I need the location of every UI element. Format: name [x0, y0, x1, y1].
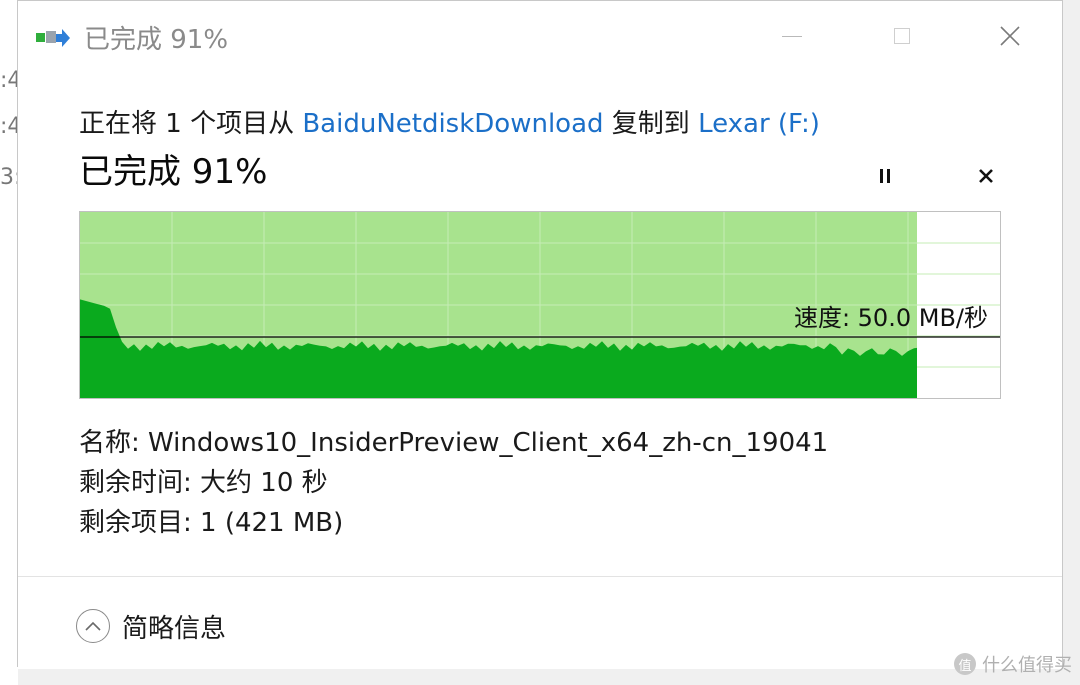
- copy-middle: 复制到: [603, 109, 699, 139]
- dialog-footer: 简略信息: [18, 576, 1062, 669]
- background-window-edge: [0, 0, 18, 685]
- pause-icon: [880, 169, 890, 183]
- minimize-button[interactable]: [770, 15, 814, 57]
- minimize-icon: [782, 35, 802, 37]
- watermark: 值 什么值得买: [954, 651, 1072, 677]
- chevron-up-circle-icon: [76, 609, 110, 643]
- copy-description: 正在将 1 个项目从 BaiduNetdiskDownload 复制到 Lexa…: [79, 103, 820, 140]
- items-remaining: 剩余项目: 1 (421 MB): [79, 508, 344, 538]
- transfer-speed-graph: 速度: 50.0 MB/秒: [79, 211, 1001, 399]
- copy-prefix: 正在将 1 个项目从: [79, 109, 303, 139]
- copy-dialog-window: 已完成 91% 正在将 1 个项目从 BaiduNetdiskDownload …: [17, 0, 1063, 669]
- maximize-button[interactable]: [880, 15, 924, 57]
- close-button[interactable]: [988, 15, 1032, 57]
- title-bar[interactable]: 已完成 91%: [18, 1, 1062, 71]
- file-name: 名称: Windows10_InsiderPreview_Client_x64_…: [79, 428, 829, 458]
- watermark-badge: 值: [954, 653, 976, 675]
- destination-drive-link[interactable]: Lexar (F:): [698, 109, 820, 139]
- speed-label: 速度: 50.0 MB/秒: [793, 304, 988, 332]
- fewer-details-toggle[interactable]: 简略信息: [76, 607, 226, 645]
- stop-icon: [979, 169, 993, 183]
- watermark-text: 什么值得买: [982, 655, 1072, 676]
- pause-button[interactable]: [868, 161, 902, 191]
- stop-button[interactable]: [968, 161, 1004, 191]
- source-folder-link[interactable]: BaiduNetdiskDownload: [302, 109, 603, 139]
- time-remaining: 剩余时间: 大约 10 秒: [79, 468, 328, 498]
- close-icon: [1000, 26, 1020, 46]
- maximize-icon: [894, 28, 910, 44]
- progress-title: 已完成 91%: [79, 152, 268, 192]
- fewer-details-label: 简略信息: [122, 613, 227, 644]
- window-title: 已完成 91%: [84, 25, 229, 55]
- transfer-details: 名称: Windows10_InsiderPreview_Client_x64_…: [79, 423, 828, 543]
- copy-arrow-icon: [36, 25, 76, 53]
